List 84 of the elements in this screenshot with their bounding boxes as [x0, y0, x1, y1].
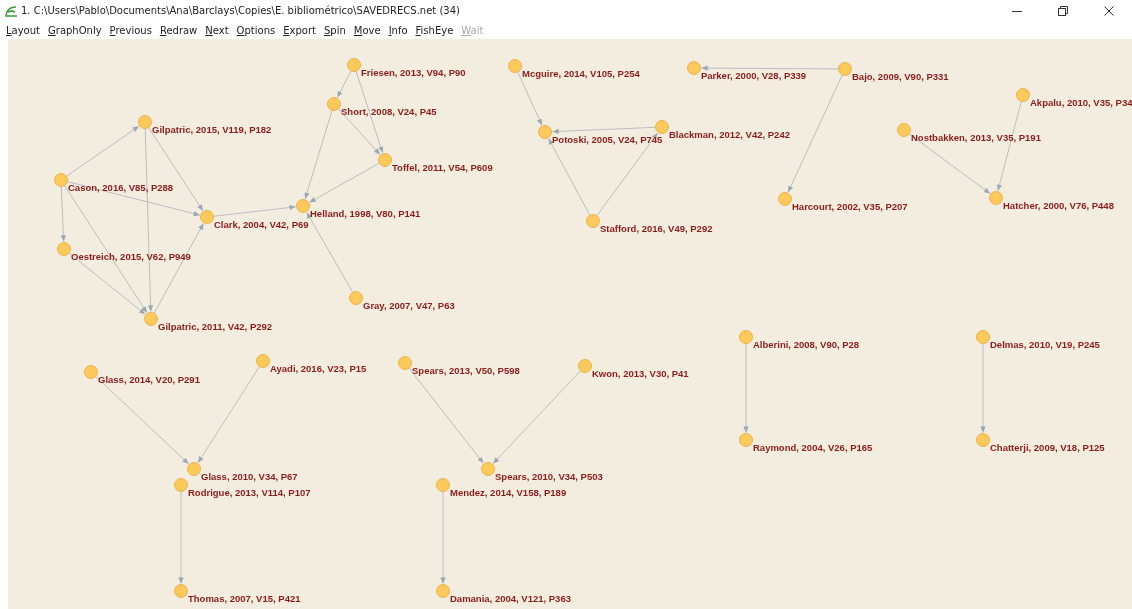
node-label: Raymond, 2004, V26, P165: [753, 442, 873, 453]
graph-node[interactable]: [347, 58, 361, 72]
menu-item[interactable]: Spin: [323, 24, 346, 36]
node-label: Damania, 2004, V121, P363: [450, 593, 571, 604]
node-label: Glass, 2014, V20, P291: [98, 374, 200, 385]
node-label: Rodrigue, 2013, V114, P107: [188, 487, 311, 498]
node-label: Kwon, 2013, V30, P41: [592, 368, 689, 379]
graph-node[interactable]: [778, 192, 792, 206]
node-label: Spears, 2010, V34, P503: [495, 471, 603, 482]
graph-node[interactable]: [481, 462, 495, 476]
menu-item[interactable]: Move: [353, 24, 381, 36]
window-title: 1. C:\Users\Pablo\Documents\Ana\Barclays\Copies\E. bibliométrico\SAVEDRECS.net (34): [21, 5, 460, 16]
node-label: Alberini, 2008, V90, P28: [753, 339, 860, 350]
node-label: Thomas, 2007, V15, P421: [188, 593, 301, 604]
node-label: Spears, 2013, V50, P598: [412, 365, 520, 376]
node-label: Bajo, 2009, V90, P331: [852, 71, 949, 82]
node-label: Short, 2008, V24, P45: [341, 106, 437, 117]
graph-node[interactable]: [989, 191, 1003, 205]
graph-node[interactable]: [398, 356, 412, 370]
node-label: Friesen, 2013, V94, P90: [361, 67, 466, 78]
graph-node[interactable]: [349, 291, 363, 305]
graph-node[interactable]: [739, 330, 753, 344]
menu-item[interactable]: FishEye: [415, 24, 454, 36]
node-label: Cason, 2016, V85, P288: [68, 182, 174, 193]
node-label: Stafford, 2016, V49, P292: [600, 223, 713, 234]
menu-item[interactable]: Redraw: [159, 24, 198, 36]
node-label: Gilpatric, 2015, V119, P182: [152, 124, 272, 135]
menu-item[interactable]: Layout: [6, 24, 40, 36]
menu-item[interactable]: Previous: [109, 24, 152, 36]
graph-node[interactable]: [976, 433, 990, 447]
node-label: Delmas, 2010, V19, P245: [990, 339, 1100, 350]
node-label: Potoski, 2005, V24, P745: [552, 134, 663, 145]
graph-node[interactable]: [508, 59, 522, 73]
node-label: Mcguire, 2014, V105, P254: [522, 68, 640, 79]
node-label: Clark, 2004, V42, P69: [214, 219, 309, 230]
graph-node[interactable]: [687, 61, 701, 75]
graph-node[interactable]: [739, 433, 753, 447]
graph-node[interactable]: [838, 62, 852, 76]
graph-node[interactable]: [436, 584, 450, 598]
graph-node[interactable]: [144, 312, 158, 326]
node-label: Hatcher, 2000, V76, P448: [1003, 200, 1114, 211]
graph-node[interactable]: [187, 462, 201, 476]
app-icon: [4, 4, 18, 17]
node-label: Nostbakken, 2013, V35, P191: [911, 132, 1041, 143]
graph-node[interactable]: [327, 97, 341, 111]
node-label: Chatterji, 2009, V18, P125: [990, 442, 1105, 453]
node-label: Gilpatric, 2011, V42, P292: [158, 321, 273, 332]
node-label: Toffel, 2011, V54, P609: [392, 162, 493, 173]
menu-item[interactable]: Export: [283, 24, 316, 36]
graph-node[interactable]: [586, 214, 600, 228]
graph-node[interactable]: [174, 584, 188, 598]
graph-node[interactable]: [256, 354, 270, 368]
node-label: Parker, 2000, V28, P339: [701, 70, 807, 81]
node-label: Oestreich, 2015, V62, P949: [71, 251, 191, 262]
graph-node[interactable]: [378, 153, 392, 167]
close-icon[interactable]: [1104, 5, 1114, 16]
node-label: Glass, 2010, V34, P67: [201, 471, 298, 482]
graph-node[interactable]: [174, 478, 188, 492]
graph-node[interactable]: [54, 173, 68, 187]
edge-arrow: [336, 70, 352, 98]
restore-icon[interactable]: [1058, 5, 1068, 16]
menu-item[interactable]: Options: [236, 24, 276, 36]
graph-node[interactable]: [436, 478, 450, 492]
graph-node[interactable]: [200, 210, 214, 224]
node-label: Helland, 1998, V80, P141: [310, 208, 421, 219]
graph-node[interactable]: [57, 242, 71, 256]
node-label: Akpalu, 2010, V35, P34: [1030, 97, 1132, 108]
graph-node[interactable]: [538, 125, 552, 139]
graph-node[interactable]: [897, 123, 911, 137]
graph-node[interactable]: [84, 365, 98, 379]
node-label: Harcourt, 2002, V35, P207: [792, 201, 908, 212]
menu-item[interactable]: GraphOnly: [48, 24, 102, 36]
node-label: Mendez, 2014, V158, P189: [450, 487, 567, 498]
graph-node[interactable]: [655, 120, 669, 134]
graph-node[interactable]: [296, 199, 310, 213]
graph-node[interactable]: [138, 115, 152, 129]
menu-item[interactable]: Info: [388, 24, 408, 36]
menu-item[interactable]: Next: [205, 24, 229, 36]
node-label: Blackman, 2012, V42, P242: [669, 129, 790, 140]
node-label: Gray, 2007, V47, P63: [363, 300, 455, 311]
node-label: Ayadi, 2016, V23, P15: [270, 363, 367, 374]
graph-node[interactable]: [976, 330, 990, 344]
graph-node[interactable]: [578, 359, 592, 373]
graph-node[interactable]: [1016, 88, 1030, 102]
